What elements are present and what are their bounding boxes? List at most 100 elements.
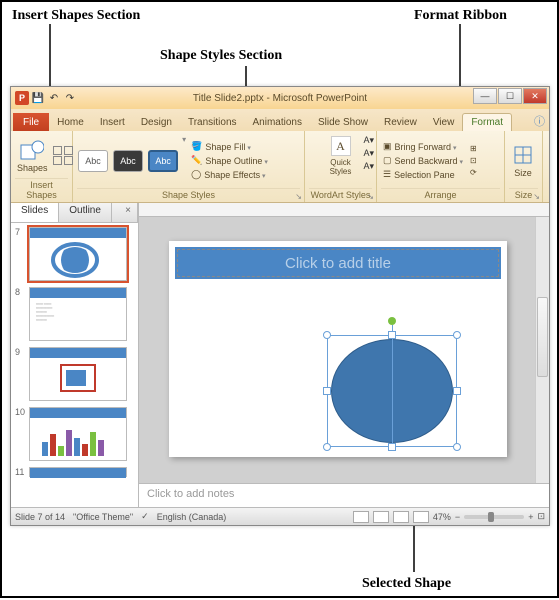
resize-handle[interactable] bbox=[323, 443, 331, 451]
tab-slideshow[interactable]: Slide Show bbox=[310, 114, 376, 131]
group-shape-styles: Abc Abc Abc ▾ 🪣Shape Fill ✏️Shape Outlin… bbox=[73, 131, 305, 202]
qat-undo-icon[interactable]: ↶ bbox=[47, 91, 61, 105]
selection-pane-button[interactable]: ☰Selection Pane bbox=[381, 168, 465, 181]
shape-thumb[interactable] bbox=[64, 156, 73, 165]
dialog-launcher-icon[interactable]: ↘ bbox=[295, 192, 302, 201]
group-size: Size Size ↘ bbox=[505, 131, 543, 202]
effects-icon: ◯ bbox=[191, 169, 201, 180]
shape-fill-button[interactable]: 🪣Shape Fill bbox=[189, 140, 270, 153]
spellcheck-icon[interactable]: ✓ bbox=[141, 511, 149, 522]
size-button[interactable]: Size bbox=[509, 141, 537, 180]
align-button[interactable]: ⊞ bbox=[468, 143, 479, 154]
shape-thumb[interactable] bbox=[53, 146, 62, 155]
size-icon bbox=[511, 143, 535, 167]
slide-thumb-11[interactable] bbox=[29, 467, 127, 477]
zoom-in-button[interactable]: + bbox=[528, 512, 533, 522]
minimize-button[interactable]: — bbox=[473, 88, 497, 104]
resize-handle[interactable] bbox=[453, 387, 461, 395]
tab-design[interactable]: Design bbox=[133, 114, 180, 131]
dialog-launcher-icon[interactable]: ↘ bbox=[533, 192, 540, 201]
notes-pane[interactable]: Click to add notes bbox=[139, 483, 549, 507]
status-language[interactable]: English (Canada) bbox=[157, 512, 227, 522]
fit-window-button[interactable]: ⊡ bbox=[537, 511, 545, 522]
ellipse-shape[interactable] bbox=[331, 339, 453, 443]
pane-tab-slides[interactable]: Slides bbox=[11, 203, 59, 222]
group-button[interactable]: ⊡ bbox=[468, 155, 479, 166]
view-normal-button[interactable] bbox=[353, 511, 369, 523]
selected-shape[interactable] bbox=[327, 335, 457, 447]
thumb-num: 9 bbox=[15, 347, 25, 357]
group-label-wordart: WordArt Styles bbox=[309, 188, 372, 200]
style-thumb-2[interactable]: Abc bbox=[113, 150, 143, 172]
group-label-arrange: Arrange bbox=[381, 188, 500, 200]
ribbon: Shapes Insert Shapes Abc bbox=[11, 131, 549, 203]
style-thumb-3[interactable]: Abc bbox=[148, 150, 178, 172]
text-effects-icon[interactable]: A▾ bbox=[363, 161, 374, 172]
shape-thumb[interactable] bbox=[53, 156, 62, 165]
view-sorter-button[interactable] bbox=[373, 511, 389, 523]
tab-animations[interactable]: Animations bbox=[245, 114, 310, 131]
shapes-icon bbox=[20, 138, 44, 162]
status-slide-count: Slide 7 of 14 bbox=[15, 512, 65, 522]
bring-forward-icon: ▣ bbox=[383, 141, 392, 152]
thumb-num: 7 bbox=[15, 227, 25, 237]
tab-format[interactable]: Format bbox=[462, 113, 512, 131]
slide-canvas[interactable]: Click to add title bbox=[169, 241, 507, 457]
pane-close-icon[interactable]: × bbox=[119, 203, 138, 222]
group-arrange: ▣Bring Forward ▢Send Backward ☰Selection… bbox=[377, 131, 505, 202]
wordart-a-icon: A bbox=[331, 136, 351, 156]
view-slideshow-button[interactable] bbox=[413, 511, 429, 523]
styles-more-icon[interactable]: ▾ bbox=[182, 135, 186, 144]
tab-view[interactable]: View bbox=[425, 114, 463, 131]
resize-handle[interactable] bbox=[388, 331, 396, 339]
powerpoint-window: P 💾 ↶ ↷ Title Slide2.pptx - Microsoft Po… bbox=[10, 86, 550, 526]
ribbon-tabs: File Home Insert Design Transitions Anim… bbox=[11, 109, 549, 131]
thumb-num: 10 bbox=[15, 407, 25, 417]
zoom-slider[interactable] bbox=[464, 515, 524, 519]
quick-styles-button[interactable]: A Quick Styles bbox=[328, 133, 354, 178]
qat-redo-icon[interactable]: ↷ bbox=[63, 91, 77, 105]
selection-pane-icon: ☰ bbox=[383, 169, 391, 180]
text-fill-icon[interactable]: A▾ bbox=[363, 135, 374, 146]
send-backward-button[interactable]: ▢Send Backward bbox=[381, 154, 465, 167]
shape-thumb[interactable] bbox=[64, 146, 73, 155]
style-thumb-1[interactable]: Abc bbox=[78, 150, 108, 172]
zoom-out-button[interactable]: − bbox=[455, 512, 460, 522]
maximize-button[interactable]: ☐ bbox=[498, 88, 522, 104]
help-icon[interactable]: ⓘ bbox=[534, 113, 545, 129]
tab-insert[interactable]: Insert bbox=[92, 114, 133, 131]
rotate-button[interactable]: ⟳ bbox=[468, 167, 479, 178]
slide-thumb-9[interactable] bbox=[29, 347, 127, 401]
resize-handle[interactable] bbox=[453, 331, 461, 339]
shapes-button[interactable]: Shapes bbox=[15, 136, 50, 175]
tab-transitions[interactable]: Transitions bbox=[180, 114, 245, 131]
tab-review[interactable]: Review bbox=[376, 114, 425, 131]
rotate-icon: ⟳ bbox=[470, 168, 477, 177]
slide-thumb-8[interactable]: ━━━━ ━━━━━━━━━━━━━━━━━━━━━━━━━━━━━━━━━━━ bbox=[29, 287, 127, 341]
thumb-num: 8 bbox=[15, 287, 25, 297]
rotate-handle[interactable] bbox=[388, 317, 396, 325]
resize-handle[interactable] bbox=[323, 331, 331, 339]
paint-bucket-icon: 🪣 bbox=[191, 141, 202, 152]
tab-file[interactable]: File bbox=[13, 113, 49, 131]
title-placeholder[interactable]: Click to add title bbox=[175, 247, 501, 279]
dialog-launcher-icon[interactable]: ↘ bbox=[367, 192, 374, 201]
resize-handle[interactable] bbox=[388, 443, 396, 451]
shapes-label: Shapes bbox=[17, 163, 48, 173]
qat-save-icon[interactable]: 💾 bbox=[31, 91, 45, 105]
shape-effects-button[interactable]: ◯Shape Effects bbox=[189, 168, 270, 181]
slide-thumb-10[interactable] bbox=[29, 407, 127, 461]
shape-outline-button[interactable]: ✏️Shape Outline bbox=[189, 154, 270, 167]
bring-forward-button[interactable]: ▣Bring Forward bbox=[381, 140, 465, 153]
slide-thumb-7[interactable] bbox=[29, 227, 127, 281]
text-outline-icon[interactable]: A▾ bbox=[363, 148, 374, 159]
resize-handle[interactable] bbox=[323, 387, 331, 395]
pencil-icon: ✏️ bbox=[191, 155, 202, 166]
tab-home[interactable]: Home bbox=[49, 114, 92, 131]
view-reading-button[interactable] bbox=[393, 511, 409, 523]
pane-tab-outline[interactable]: Outline bbox=[59, 203, 112, 222]
group-wordart-styles: A Quick Styles A▾ A▾ A▾ WordArt Styles ↘ bbox=[305, 131, 377, 202]
resize-handle[interactable] bbox=[453, 443, 461, 451]
scrollbar-vertical[interactable] bbox=[535, 217, 549, 483]
close-button[interactable]: ✕ bbox=[523, 88, 547, 104]
